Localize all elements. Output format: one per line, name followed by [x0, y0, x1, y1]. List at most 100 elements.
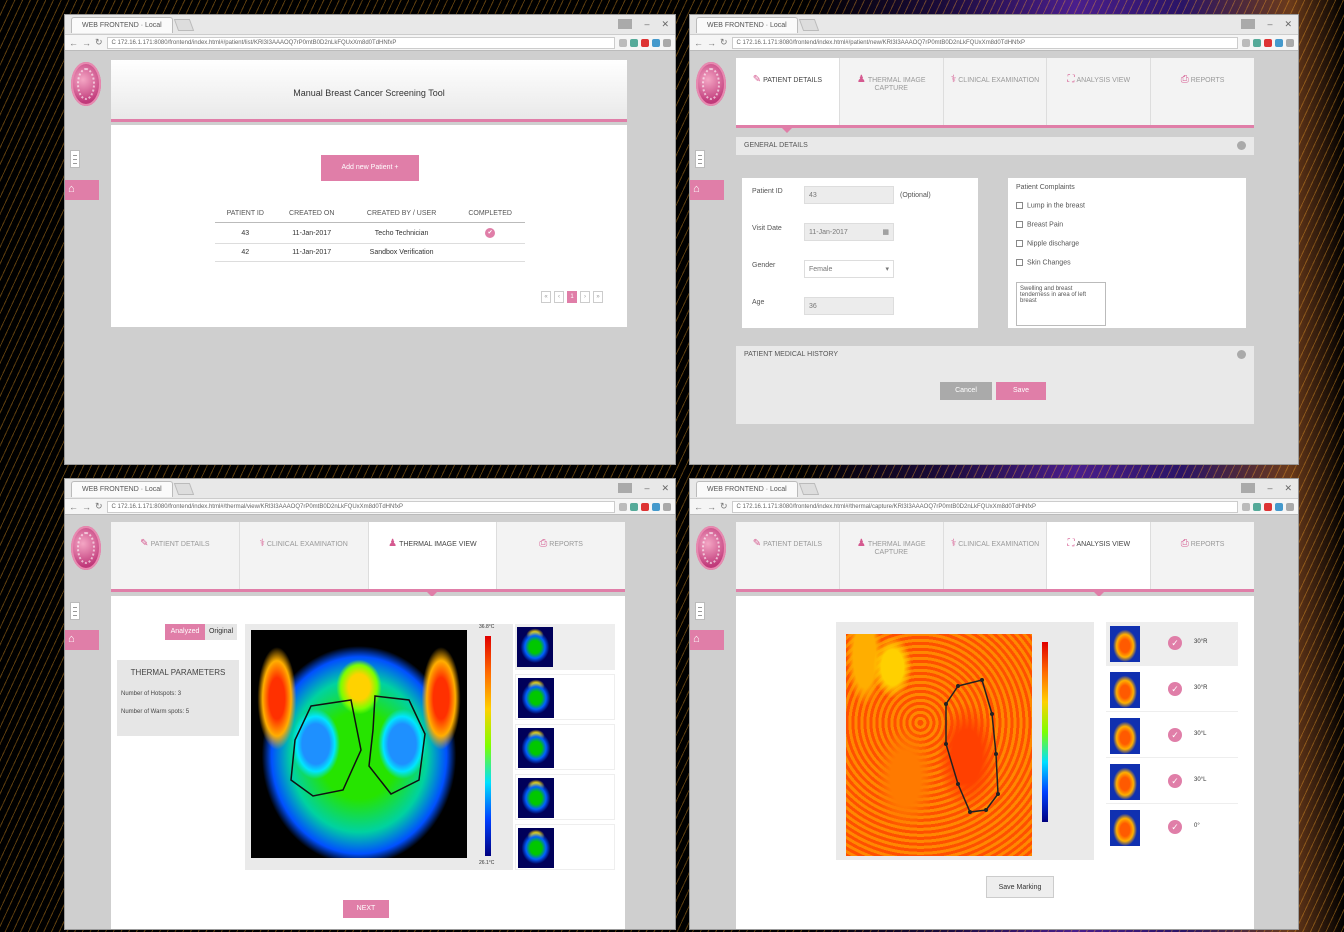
thumbnail-row[interactable] [515, 774, 615, 820]
extension-icon[interactable] [641, 38, 649, 47]
next-button[interactable]: NEXT [343, 900, 389, 918]
table-row[interactable]: 43 11-Jan-2017 Techo Technician ✔ [215, 222, 525, 244]
calendar-icon[interactable]: ▦ [882, 224, 889, 241]
extension-icon[interactable] [1264, 502, 1272, 511]
tab-patient-details[interactable]: ✎ PATIENT DETAILS [111, 522, 240, 589]
completed-check-icon[interactable]: ✔ [485, 228, 496, 238]
extension-icon[interactable] [1253, 502, 1261, 511]
complaint-checkbox[interactable]: Nipple discharge [1016, 240, 1079, 247]
star-icon[interactable] [1242, 38, 1250, 47]
original-toggle[interactable]: Original [205, 624, 237, 640]
extension-icon[interactable] [652, 502, 660, 511]
reload-icon[interactable]: ↻ [720, 501, 728, 512]
complaint-checkbox[interactable]: Skin Changes [1016, 259, 1071, 266]
reload-icon[interactable]: ↻ [720, 37, 728, 48]
back-icon[interactable]: ← [69, 38, 78, 48]
thumbnail-row[interactable] [515, 824, 615, 870]
hamburger-menu-icon[interactable] [695, 602, 705, 620]
star-icon[interactable] [619, 502, 627, 511]
extension-icon[interactable] [1253, 38, 1261, 47]
general-details-header[interactable]: GENERAL DETAILS [736, 137, 1254, 155]
tab-thermal-capture[interactable]: ♟ THERMAL IMAGE CAPTURE [839, 522, 944, 589]
new-tab-button[interactable] [173, 482, 194, 495]
close-icon[interactable]: ✕ [1284, 483, 1292, 494]
menu-icon[interactable] [663, 38, 671, 47]
thumbnail-image[interactable] [1110, 626, 1140, 662]
thumbnail-image[interactable] [1110, 718, 1140, 754]
thumbnail-image[interactable] [518, 778, 554, 818]
tab-thermal-capture[interactable]: ♟ THERMAL IMAGE CAPTURE [839, 58, 944, 125]
prev-page-button[interactable]: ‹ [554, 291, 564, 303]
extension-icon[interactable] [1264, 38, 1272, 47]
minimize-icon[interactable]: – [1267, 19, 1272, 30]
thumbnail-image[interactable] [1110, 672, 1140, 708]
reload-icon[interactable]: ↻ [95, 37, 103, 48]
thumbnail-row[interactable] [515, 674, 615, 720]
forward-icon[interactable]: → [707, 502, 716, 512]
medical-history-section[interactable]: PATIENT MEDICAL HISTORY Cancel Save [736, 346, 1254, 424]
collapse-icon[interactable] [1237, 141, 1246, 150]
table-row[interactable]: 42 11-Jan-2017 Sandbox Verification [215, 243, 525, 262]
visit-date-field[interactable]: 11-Jan-2017 ▦ [804, 223, 894, 241]
tab-reports[interactable]: ⎙ REPORTS [1151, 58, 1254, 125]
column-header[interactable]: CREATED ON [275, 205, 348, 223]
forward-icon[interactable]: → [707, 38, 716, 48]
thumbnail-image[interactable] [1110, 764, 1140, 800]
browser-tab[interactable]: WEB FRONTEND · Local [71, 480, 173, 497]
menu-icon[interactable] [1286, 502, 1294, 511]
tab-patient-details[interactable]: ✎ PATIENT DETAILS [736, 522, 840, 589]
new-tab-button[interactable] [798, 18, 819, 31]
close-icon[interactable]: ✕ [661, 19, 669, 30]
extension-icon[interactable] [630, 38, 638, 47]
back-icon[interactable]: ← [69, 502, 78, 512]
check-icon[interactable]: ✓ [1168, 820, 1182, 834]
browser-tab[interactable]: WEB FRONTEND · Local [71, 16, 173, 33]
extension-icon[interactable] [1275, 38, 1283, 47]
new-tab-button[interactable] [798, 482, 819, 495]
age-field[interactable]: 36 [804, 297, 894, 315]
first-page-button[interactable]: « [541, 291, 551, 303]
complaint-checkbox[interactable]: Breast Pain [1016, 221, 1063, 228]
thumbnail-row[interactable]: ✓ 30°R [1106, 622, 1238, 666]
home-icon[interactable]: ⌂ [690, 630, 724, 650]
analyzed-toggle[interactable]: Analyzed [165, 624, 205, 640]
add-patient-button[interactable]: Add new Patient + [321, 155, 419, 181]
profile-icon[interactable] [1241, 19, 1256, 29]
column-header[interactable]: CREATED BY / USER [347, 205, 456, 223]
url-field[interactable]: C 172.16.1.171:8080/frontend/index.html#… [731, 500, 1238, 513]
complaint-checkbox[interactable]: Lump in the breast [1016, 202, 1085, 209]
back-icon[interactable]: ← [694, 38, 703, 48]
tab-reports[interactable]: ⎙ REPORTS [497, 522, 625, 589]
home-icon[interactable]: ⌂ [690, 180, 724, 200]
browser-tab[interactable]: WEB FRONTEND · Local [696, 16, 798, 33]
reload-icon[interactable]: ↻ [95, 501, 103, 512]
forward-icon[interactable]: → [82, 502, 91, 512]
expand-icon[interactable] [1237, 350, 1246, 359]
extension-icon[interactable] [630, 502, 638, 511]
patient-id-field[interactable]: 43 [804, 186, 894, 204]
check-icon[interactable]: ✓ [1168, 636, 1182, 650]
back-icon[interactable]: ← [694, 502, 703, 512]
browser-tab[interactable]: WEB FRONTEND · Local [696, 480, 798, 497]
page-button[interactable]: 1 [567, 291, 577, 303]
menu-icon[interactable] [1286, 38, 1294, 47]
notes-textarea[interactable]: Swelling and breast tenderness in area o… [1016, 282, 1106, 326]
last-page-button[interactable]: » [593, 291, 603, 303]
tab-patient-details[interactable]: ✎ PATIENT DETAILS [736, 58, 840, 133]
check-icon[interactable]: ✓ [1168, 682, 1182, 696]
extension-icon[interactable] [1275, 502, 1283, 511]
close-icon[interactable]: ✕ [661, 483, 669, 494]
new-tab-button[interactable] [173, 18, 194, 31]
save-marking-button[interactable]: Save Marking [986, 876, 1054, 898]
minimize-icon[interactable]: – [1267, 483, 1272, 494]
home-icon[interactable]: ⌂ [65, 180, 99, 200]
next-page-button[interactable]: › [580, 291, 590, 303]
cancel-button[interactable]: Cancel [940, 382, 992, 400]
extension-icon[interactable] [652, 38, 660, 47]
extension-icon[interactable] [641, 502, 649, 511]
profile-icon[interactable] [618, 19, 633, 29]
forward-icon[interactable]: → [82, 38, 91, 48]
close-icon[interactable]: ✕ [1284, 19, 1292, 30]
thumbnail-row[interactable]: ✓ 30°L [1106, 714, 1238, 758]
profile-icon[interactable] [1241, 483, 1256, 493]
